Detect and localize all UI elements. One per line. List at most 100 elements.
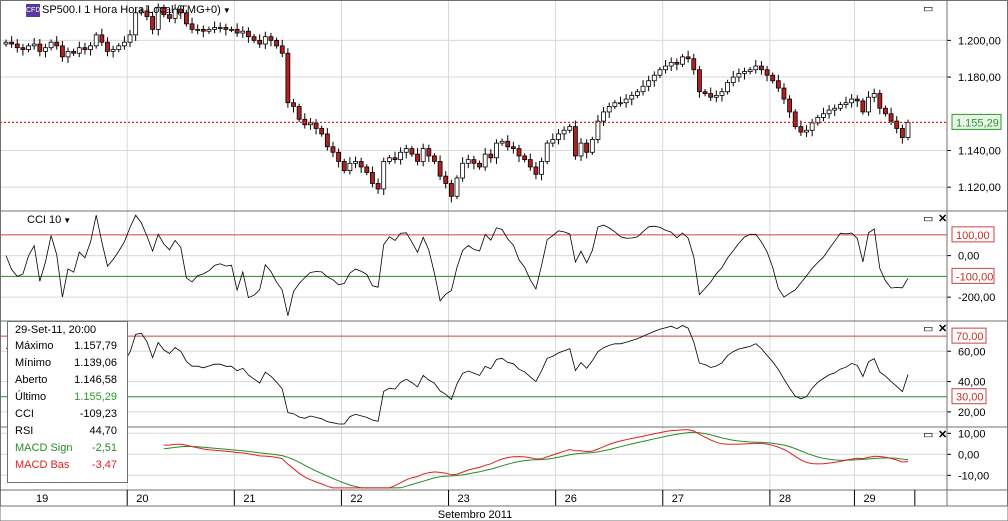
candle-up <box>809 122 815 131</box>
data-window-row-label: Máximo <box>15 340 54 352</box>
candle-up <box>747 69 753 72</box>
candle-down <box>82 47 88 50</box>
data-window-row: Máximo 1.157,79 <box>15 340 123 356</box>
candle-up <box>567 126 573 131</box>
candle-down <box>854 98 860 102</box>
candle-down <box>319 128 325 135</box>
cci-pane-label[interactable]: CCI 10 ▼ <box>27 214 71 226</box>
candle-down <box>883 107 888 115</box>
candle-down <box>99 34 105 43</box>
candle-down <box>189 23 195 30</box>
candle-up <box>240 30 246 34</box>
candle-up <box>635 91 640 96</box>
candle-up <box>826 109 832 115</box>
candle-down <box>798 126 804 133</box>
candle-down <box>443 175 449 184</box>
price-pane-background <box>0 0 947 211</box>
candle-up <box>465 159 471 164</box>
candle-down <box>759 65 764 71</box>
data-window-row-value: 44,70 <box>89 425 117 437</box>
candle-up <box>43 47 48 52</box>
x-tick-label: 23 <box>458 493 470 505</box>
candle-down <box>877 93 883 109</box>
candle-down <box>274 39 280 47</box>
candle-down <box>708 93 714 98</box>
candle-down <box>358 161 364 168</box>
candle-down <box>448 183 454 197</box>
chart-title-text: SP500.I 1 Hora Hora Local (TMG+0) <box>42 4 221 16</box>
data-window-row-value: 1.146,58 <box>74 374 117 386</box>
candle-up <box>217 27 223 29</box>
cci-pane-maximize-icon[interactable]: ▭ <box>923 214 933 225</box>
y-tick-label: 0,00 <box>958 449 979 461</box>
cci-pane-close-icon[interactable]: ✕ <box>938 214 947 225</box>
candle-down <box>37 43 43 52</box>
candle-up <box>110 49 116 52</box>
candle-down <box>105 41 110 52</box>
candle-up <box>550 139 556 144</box>
data-window-row: MACD Bas -3,47 <box>15 459 123 475</box>
candle-down <box>246 30 251 38</box>
candle-down <box>792 111 798 127</box>
candle-up <box>556 133 561 140</box>
candle-down <box>775 80 781 89</box>
candle-down <box>336 151 342 162</box>
candle-up <box>730 76 736 83</box>
candle-down <box>268 36 274 41</box>
macd-pane-maximize-icon[interactable]: ▭ <box>923 430 933 441</box>
price-pane-maximize-icon[interactable]: ▭ <box>923 4 933 15</box>
candle-up <box>578 142 584 157</box>
y-tick-label: 1.200,00 <box>958 35 1001 47</box>
candle-down <box>505 140 511 148</box>
data-window-row-label: Aberto <box>15 374 48 386</box>
candle-up <box>843 102 849 105</box>
candle-down <box>279 45 285 54</box>
candle-up <box>494 142 499 159</box>
rsi-pane-maximize-icon[interactable]: ▭ <box>923 324 933 335</box>
candle-down <box>691 58 697 71</box>
y-tick-label: -200,00 <box>958 292 995 304</box>
y-tick-label: -10,00 <box>958 470 989 482</box>
chart-title[interactable]: CFD SP500.I 1 Hora Hora Local (TMG+0) ▼ <box>26 3 231 17</box>
candle-up <box>742 71 747 74</box>
candle-up <box>206 28 212 32</box>
data-window-row-value: 1.155,29 <box>74 391 117 403</box>
candle-up <box>640 85 646 93</box>
candle-up <box>849 98 855 104</box>
candle-down <box>415 153 420 162</box>
cci-dropdown-icon[interactable]: ▼ <box>63 216 71 225</box>
candle-down <box>516 148 522 157</box>
x-tick-label: 28 <box>779 493 791 505</box>
candle-down <box>584 142 590 153</box>
title-dropdown-icon[interactable]: ▼ <box>223 6 231 15</box>
data-window-row-value: 1.139,06 <box>74 357 117 369</box>
x-tick-label: 26 <box>565 493 577 505</box>
candle-up <box>561 129 567 135</box>
data-window-header: 29-Set-11, 20:00 <box>15 324 97 336</box>
macd-pane-close-icon[interactable]: ✕ <box>938 430 947 441</box>
rsi-pane-close-icon[interactable]: ✕ <box>938 324 947 335</box>
y-tick-label: 40,00 <box>958 377 986 389</box>
data-window-row: Aberto 1.146,58 <box>15 374 123 390</box>
candle-up <box>195 28 201 31</box>
candle-down <box>200 28 206 32</box>
candle-up <box>725 82 730 93</box>
candle-down <box>20 47 26 50</box>
data-window-row-label: CCI <box>15 408 34 420</box>
candle-down <box>341 161 347 172</box>
candle-up <box>905 121 911 139</box>
candle-up <box>212 27 217 30</box>
candle-up <box>680 56 685 65</box>
candle-down <box>251 36 257 41</box>
candle-up <box>386 157 392 162</box>
candle-down <box>685 56 691 60</box>
last-price-label: 1.155,29 <box>956 117 999 129</box>
candle-up <box>308 122 313 126</box>
candle-up <box>589 139 595 153</box>
cfd-logo-icon: CFD <box>26 3 40 17</box>
candle-down <box>9 41 15 45</box>
candle-down <box>234 28 240 34</box>
candle-up <box>821 113 826 118</box>
y-tick-label: 1.140,00 <box>958 145 1001 157</box>
candle-down <box>14 43 20 49</box>
